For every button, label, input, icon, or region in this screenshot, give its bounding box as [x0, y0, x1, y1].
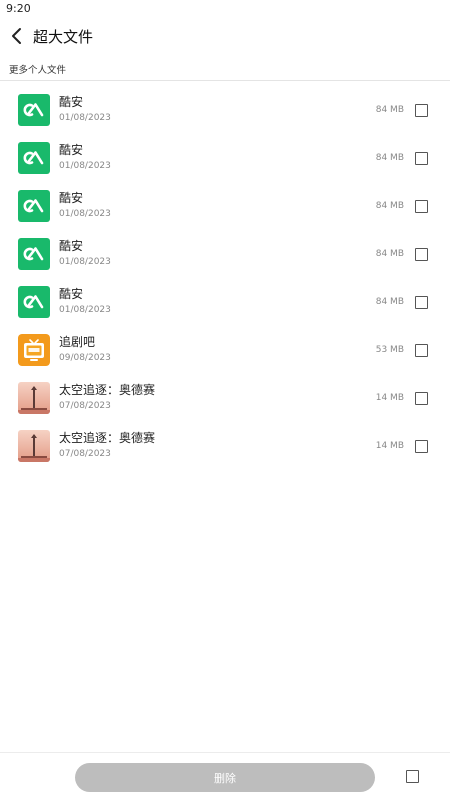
- header: 超大文件: [0, 18, 450, 54]
- back-button[interactable]: [1, 18, 33, 54]
- rocket-game-icon: [18, 382, 50, 414]
- coolapk-icon: [18, 238, 50, 270]
- file-size: 53 MB: [375, 345, 404, 355]
- list-item[interactable]: 酷安 01/08/2023 84 MB: [0, 182, 450, 230]
- item-checkbox[interactable]: [415, 199, 428, 213]
- file-date: 01/08/2023: [59, 257, 111, 267]
- tv-icon: [18, 334, 50, 366]
- list-item[interactable]: 酷安 01/08/2023 84 MB: [0, 86, 450, 134]
- divider: [0, 80, 450, 81]
- list-item[interactable]: 太空追逐：奥德赛 07/08/2023 14 MB: [0, 422, 450, 470]
- status-time: 9:20: [6, 2, 31, 15]
- file-name: 酷安: [59, 191, 84, 205]
- item-checkbox[interactable]: [415, 343, 428, 357]
- select-all-checkbox[interactable]: [406, 770, 419, 783]
- list-item[interactable]: 酷安 01/08/2023 84 MB: [0, 278, 450, 326]
- list-item[interactable]: 酷安 01/08/2023 84 MB: [0, 230, 450, 278]
- file-date: 01/08/2023: [59, 209, 111, 219]
- file-date: 07/08/2023: [59, 449, 111, 459]
- file-date: 01/08/2023: [59, 305, 111, 315]
- file-size: 14 MB: [375, 441, 404, 451]
- list-item[interactable]: 太空追逐：奥德赛 07/08/2023 14 MB: [0, 374, 450, 422]
- coolapk-icon: [18, 286, 50, 318]
- coolapk-icon: [18, 142, 50, 174]
- file-date: 01/08/2023: [59, 113, 111, 123]
- item-checkbox[interactable]: [415, 439, 428, 453]
- list-item[interactable]: 追剧吧 09/08/2023 53 MB: [0, 326, 450, 374]
- item-checkbox[interactable]: [415, 247, 428, 261]
- file-date: 07/08/2023: [59, 401, 111, 411]
- file-name: 酷安: [59, 239, 84, 253]
- page-title: 超大文件: [33, 27, 94, 46]
- item-checkbox[interactable]: [415, 103, 428, 117]
- file-size: 84 MB: [375, 153, 404, 163]
- file-size: 14 MB: [375, 393, 404, 403]
- file-list: 酷安 01/08/2023 84 MB 酷安 01/08/2023 84 MB 酷安 01/0…: [0, 86, 450, 470]
- delete-button[interactable]: 删除: [75, 763, 375, 792]
- file-name: 酷安: [59, 95, 84, 109]
- item-checkbox[interactable]: [415, 391, 428, 405]
- bottom-divider: [0, 752, 450, 753]
- coolapk-icon: [18, 94, 50, 126]
- file-size: 84 MB: [375, 105, 404, 115]
- file-size: 84 MB: [375, 201, 404, 211]
- coolapk-icon: [18, 190, 50, 222]
- file-name: 酷安: [59, 287, 84, 301]
- chevron-left-icon: [12, 28, 21, 44]
- status-bar: 9:20: [0, 0, 450, 18]
- file-name: 太空追逐：奥德赛: [59, 431, 156, 445]
- item-checkbox[interactable]: [415, 295, 428, 309]
- rocket-game-icon: [18, 430, 50, 462]
- file-size: 84 MB: [375, 297, 404, 307]
- file-size: 84 MB: [375, 249, 404, 259]
- file-date: 09/08/2023: [59, 353, 111, 363]
- file-date: 01/08/2023: [59, 161, 111, 171]
- file-name: 酷安: [59, 143, 84, 157]
- file-name: 追剧吧: [59, 335, 96, 349]
- file-name: 太空追逐：奥德赛: [59, 383, 156, 397]
- item-checkbox[interactable]: [415, 151, 428, 165]
- list-item[interactable]: 酷安 01/08/2023 84 MB: [0, 134, 450, 182]
- section-label: 更多个人文件: [9, 65, 67, 76]
